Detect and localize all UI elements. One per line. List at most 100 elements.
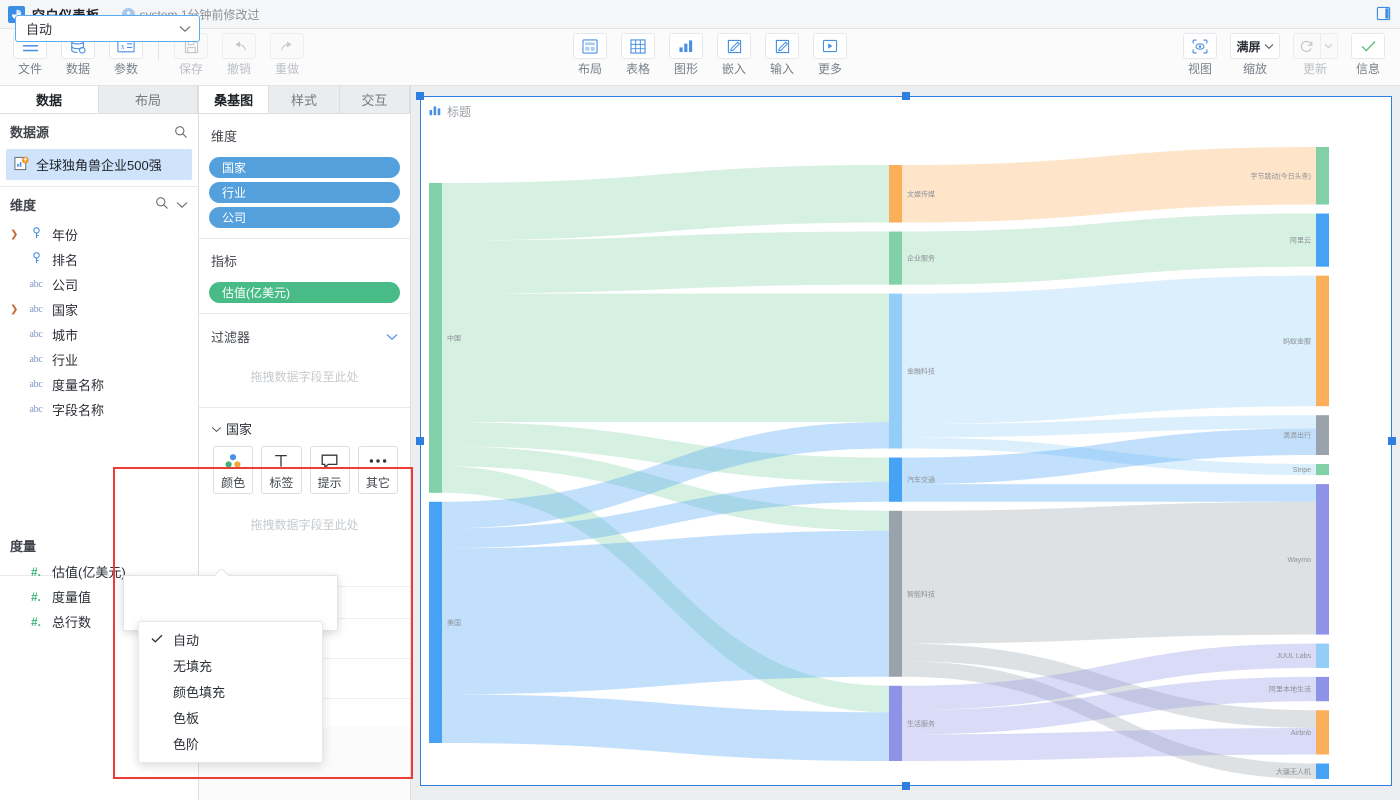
mark-button-label-btn[interactable]: 标签: [261, 446, 301, 494]
resize-handle-mid-right[interactable]: [1388, 437, 1396, 445]
toolbar-button-table[interactable]: 表格: [614, 29, 662, 82]
mark-button-other[interactable]: 其它: [358, 446, 398, 494]
color-mode-select[interactable]: 自动: [15, 15, 200, 42]
chevron-down-icon[interactable]: [179, 21, 191, 36]
dropdown-option-color-fill[interactable]: 颜色填充: [139, 678, 322, 704]
measure-field-label: 度量值: [52, 587, 91, 606]
resize-handle-top-center[interactable]: [902, 92, 910, 100]
chevron-right-icon[interactable]: ❯: [10, 304, 20, 315]
zoom-select[interactable]: 满屏: [1230, 33, 1279, 59]
tab-data[interactable]: 数据: [0, 86, 99, 113]
sankey-node[interactable]: [1316, 644, 1329, 668]
resize-handle-bottom-center[interactable]: [902, 782, 910, 790]
toolbar-button-input[interactable]: 输入: [758, 29, 806, 82]
toolbar-button-redo[interactable]: 重做: [263, 29, 311, 82]
sankey-node[interactable]: [1316, 710, 1329, 754]
sankey-node[interactable]: [889, 232, 902, 285]
toolbar-button-info[interactable]: 信息: [1344, 29, 1392, 82]
resize-handle-top-left[interactable]: [416, 92, 424, 100]
sankey-node[interactable]: [1316, 276, 1329, 407]
sankey-diagram[interactable]: 中国美国文娱传媒企业服务金融科技汽车交通智能科技生活服务字节跳动(今日头条)阿里…: [421, 121, 1393, 787]
marks-dropzone[interactable]: 拖拽数据字段至此处: [199, 502, 410, 555]
mid-pane-tabs: 桑基图 样式 交互: [199, 86, 410, 114]
update-split-button[interactable]: [1293, 33, 1338, 59]
toolbar-label-info: 信息: [1356, 62, 1380, 76]
sankey-node[interactable]: [889, 294, 902, 449]
sankey-link[interactable]: [902, 502, 1316, 644]
filter-section-header: 过滤器: [199, 314, 410, 354]
toolbar-zoom-control[interactable]: 满屏 缩放: [1224, 29, 1286, 82]
shelf-pill-company[interactable]: 公司: [209, 207, 400, 228]
sankey-node[interactable]: [1316, 415, 1329, 455]
dimension-field-measure-name[interactable]: ❯ abc 度量名称: [0, 372, 198, 397]
mark-button-label: 颜色: [221, 474, 245, 491]
toolbar-button-more[interactable]: 更多: [806, 29, 854, 82]
toolbar-button-chart[interactable]: 图形: [662, 29, 710, 82]
toolbar-label-file: 文件: [18, 62, 42, 76]
sankey-node[interactable]: [889, 511, 902, 677]
sankey-link[interactable]: [902, 214, 1316, 285]
dimension-field-rank[interactable]: ❯ 排名: [0, 247, 198, 272]
resize-handle-mid-left[interactable]: [416, 437, 424, 445]
toolbar-button-embed[interactable]: 嵌入: [710, 29, 758, 82]
sankey-link[interactable]: [902, 484, 1316, 502]
chevron-down-icon: [1264, 39, 1274, 53]
sankey-node-label: 生活服务: [907, 719, 935, 728]
dimension-field-company[interactable]: ❯ abc 公司: [0, 272, 198, 297]
expand-right-icon[interactable]: [1376, 6, 1391, 24]
sankey-link[interactable]: [442, 294, 889, 422]
sankey-link[interactable]: [442, 232, 889, 294]
tab-layout[interactable]: 布局: [99, 86, 198, 113]
sankey-link[interactable]: [442, 165, 889, 241]
toolbar-button-layout[interactable]: 布局: [566, 29, 614, 82]
sankey-node[interactable]: [1316, 484, 1329, 634]
shelf-pill-valuation[interactable]: 估值(亿美元): [209, 282, 400, 303]
sankey-node[interactable]: [1316, 677, 1329, 701]
datasource-item[interactable]: 全球独角兽企业500强: [6, 149, 192, 180]
sankey-node[interactable]: [889, 686, 902, 761]
sankey-node[interactable]: [889, 165, 902, 223]
chevron-down-icon[interactable]: [1320, 34, 1337, 58]
sankey-node[interactable]: [429, 502, 442, 743]
tab-style[interactable]: 样式: [269, 86, 339, 113]
datasource-search-icon[interactable]: [174, 125, 188, 139]
chevron-right-icon[interactable]: ❯: [10, 229, 20, 240]
toolbar-update-control[interactable]: 更新: [1286, 29, 1344, 82]
dimension-field-city[interactable]: ❯ abc 城市: [0, 322, 198, 347]
mark-button-color[interactable]: 颜色: [213, 446, 253, 494]
chevron-down-icon[interactable]: [176, 197, 188, 212]
dimension-field-country[interactable]: ❯ abc 国家: [0, 297, 198, 322]
sankey-link[interactable]: [902, 147, 1316, 223]
dimension-field-label: 城市: [52, 325, 78, 344]
sankey-node[interactable]: [1316, 214, 1329, 267]
sankey-node[interactable]: [889, 458, 902, 502]
sankey-node[interactable]: [1316, 464, 1329, 475]
tab-sankey[interactable]: 桑基图: [199, 86, 269, 113]
chevron-down-icon[interactable]: [386, 329, 398, 344]
dropdown-option-palette[interactable]: 色板: [139, 704, 322, 730]
sankey-node-label: Stripe: [1293, 467, 1311, 474]
dimension-field-year[interactable]: ❯ 年份: [0, 222, 198, 247]
shelf-pill-industry[interactable]: 行业: [209, 182, 400, 203]
dropdown-option-auto[interactable]: 自动: [139, 626, 322, 652]
sankey-link[interactable]: [902, 276, 1316, 425]
sankey-node[interactable]: [429, 183, 442, 493]
dropdown-option-no-fill[interactable]: 无填充: [139, 652, 322, 678]
sankey-node[interactable]: [1316, 147, 1329, 205]
dropdown-option-gradient[interactable]: 色阶: [139, 730, 322, 756]
sankey-node[interactable]: [1316, 764, 1329, 779]
chevron-down-icon[interactable]: [211, 421, 222, 436]
tab-interaction[interactable]: 交互: [340, 86, 410, 113]
dimensions-search-icon[interactable]: [155, 196, 169, 213]
dimension-field-industry[interactable]: ❯ abc 行业: [0, 347, 198, 372]
dimension-field-field-name[interactable]: ❯ abc 字段名称: [0, 397, 198, 422]
shelf-pill-country[interactable]: 国家: [209, 157, 400, 178]
mark-button-tooltip[interactable]: 提示: [310, 446, 350, 494]
tooltip-icon: [320, 449, 339, 473]
toolbar-button-undo[interactable]: 撤销: [215, 29, 263, 82]
toolbar-button-view[interactable]: 视图: [1176, 29, 1224, 82]
chart-container[interactable]: 标题 中国美国文娱传媒企业服务金融科技汽车交通智能科技生活服务字节跳动(今日头条…: [420, 96, 1392, 786]
filter-dropzone[interactable]: 拖拽数据字段至此处: [199, 354, 410, 407]
sankey-link[interactable]: [442, 531, 889, 695]
marks-header[interactable]: 国家: [199, 408, 410, 446]
